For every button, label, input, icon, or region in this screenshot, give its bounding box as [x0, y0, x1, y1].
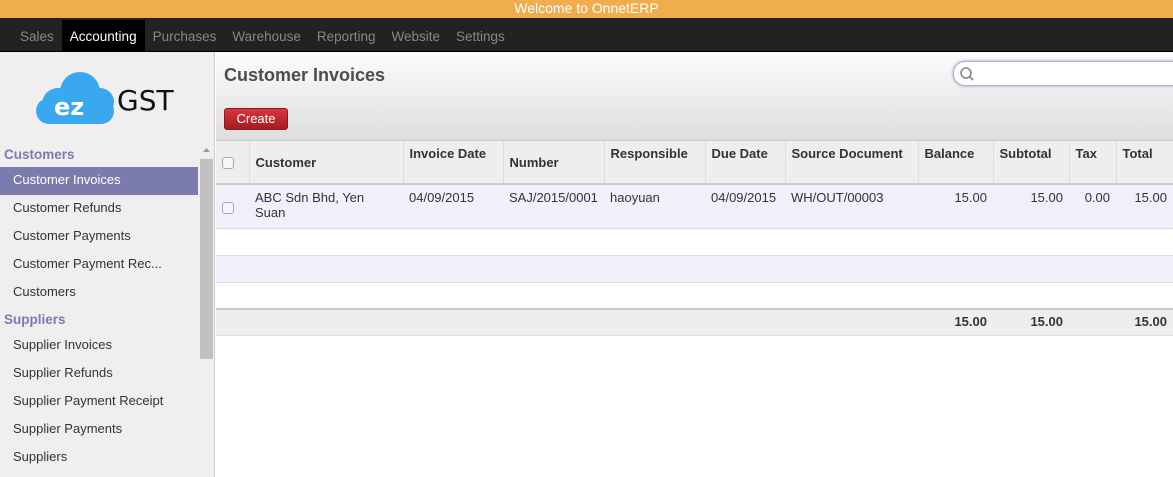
sidebar-scrollbar[interactable] [199, 144, 214, 477]
sidebar-item-supplier-payments[interactable]: Supplier Payments [0, 416, 198, 444]
invoice-table: Customer Invoice Date Number Responsible… [216, 141, 1173, 336]
menu-reporting[interactable]: Reporting [309, 20, 384, 51]
table-row[interactable]: ABC Sdn Bhd, Yen Suan 04/09/2015 SAJ/201… [216, 184, 1173, 229]
row-checkbox[interactable] [222, 201, 234, 214]
empty-row [216, 282, 1173, 310]
total-total: 15.00 [1116, 308, 1173, 336]
welcome-bar: Welcome to OnnetERP [0, 0, 1173, 18]
sidebar: ez GST Customers Customer Invoices Custo… [0, 52, 215, 477]
sidebar-item-supplier-refunds[interactable]: Supplier Refunds [0, 360, 198, 388]
cell-subtotal: 15.00 [993, 184, 1069, 229]
cell-customer: ABC Sdn Bhd, Yen Suan [249, 184, 403, 229]
scroll-up-icon[interactable] [199, 144, 214, 156]
section-suppliers: Suppliers [4, 312, 66, 327]
create-button[interactable]: Create [224, 108, 288, 130]
sidebar-item-customer-refunds[interactable]: Customer Refunds [0, 195, 198, 223]
logo[interactable]: ez GST [0, 52, 214, 142]
col-number[interactable]: Number [503, 141, 605, 185]
col-balance[interactable]: Balance [918, 141, 994, 185]
sidebar-item-customer-invoices[interactable]: Customer Invoices [0, 167, 198, 195]
page-title: Customer Invoices [224, 65, 386, 85]
sidebar-item-supplier-payment-receipt[interactable]: Supplier Payment Receipt [0, 388, 198, 416]
main-content: Customer Invoices Create Customer Invoic… [216, 52, 1173, 477]
cell-number: SAJ/2015/0001 [503, 184, 604, 229]
section-customers: Customers [4, 147, 75, 162]
col-total[interactable]: Total [1116, 141, 1173, 185]
search-box[interactable] [953, 61, 1173, 86]
svg-text:GST: GST [117, 84, 174, 117]
totals-row: 15.00 15.00 15.00 [216, 308, 1173, 336]
col-tax[interactable]: Tax [1069, 141, 1117, 185]
empty-row [216, 228, 1173, 256]
menu-settings[interactable]: Settings [448, 20, 513, 51]
menu-warehouse[interactable]: Warehouse [224, 20, 309, 51]
empty-row [216, 255, 1173, 283]
sidebar-item-customer-payments[interactable]: Customer Payments [0, 223, 198, 251]
cell-tax: 0.00 [1069, 184, 1116, 229]
sidebar-item-suppliers[interactable]: Suppliers [0, 444, 198, 472]
cell-total: 15.00 [1116, 184, 1173, 229]
total-tax [1069, 308, 1116, 336]
main-menu: Sales Accounting Purchases Warehouse Rep… [0, 18, 1173, 52]
cell-source-document: WH/OUT/00003 [785, 184, 918, 229]
ez-gst-logo-icon: ez GST [36, 72, 174, 124]
scrollbar-thumb[interactable] [200, 159, 213, 359]
total-subtotal: 15.00 [993, 308, 1069, 336]
total-balance: 15.00 [918, 308, 993, 336]
menu-website[interactable]: Website [383, 20, 448, 51]
sidebar-item-customers[interactable]: Customers [0, 279, 198, 307]
col-invoice-date[interactable]: Invoice Date [403, 141, 504, 185]
select-all-checkbox[interactable] [222, 157, 234, 170]
cell-invoice-date: 04/09/2015 [403, 184, 503, 229]
col-subtotal[interactable]: Subtotal [993, 141, 1070, 185]
menu-accounting[interactable]: Accounting [61, 20, 145, 51]
cell-balance: 15.00 [918, 184, 993, 229]
search-input[interactable] [974, 65, 1173, 83]
menu-sales[interactable]: Sales [12, 20, 62, 51]
col-customer[interactable]: Customer [249, 141, 404, 185]
menu-purchases[interactable]: Purchases [145, 20, 225, 51]
control-panel: Customer Invoices Create [216, 52, 1173, 141]
cell-responsible: haoyuan [604, 184, 705, 229]
sidebar-item-customer-payment-receipt[interactable]: Customer Payment Rec... [0, 251, 198, 279]
table-header: Customer Invoice Date Number Responsible… [216, 141, 1173, 185]
col-responsible[interactable]: Responsible [604, 141, 706, 185]
col-due-date[interactable]: Due Date [705, 141, 786, 185]
col-source-document[interactable]: Source Document [785, 141, 919, 185]
sidebar-item-supplier-invoices[interactable]: Supplier Invoices [0, 332, 198, 360]
svg-text:ez: ez [54, 93, 84, 121]
cell-due-date: 04/09/2015 [705, 184, 785, 229]
